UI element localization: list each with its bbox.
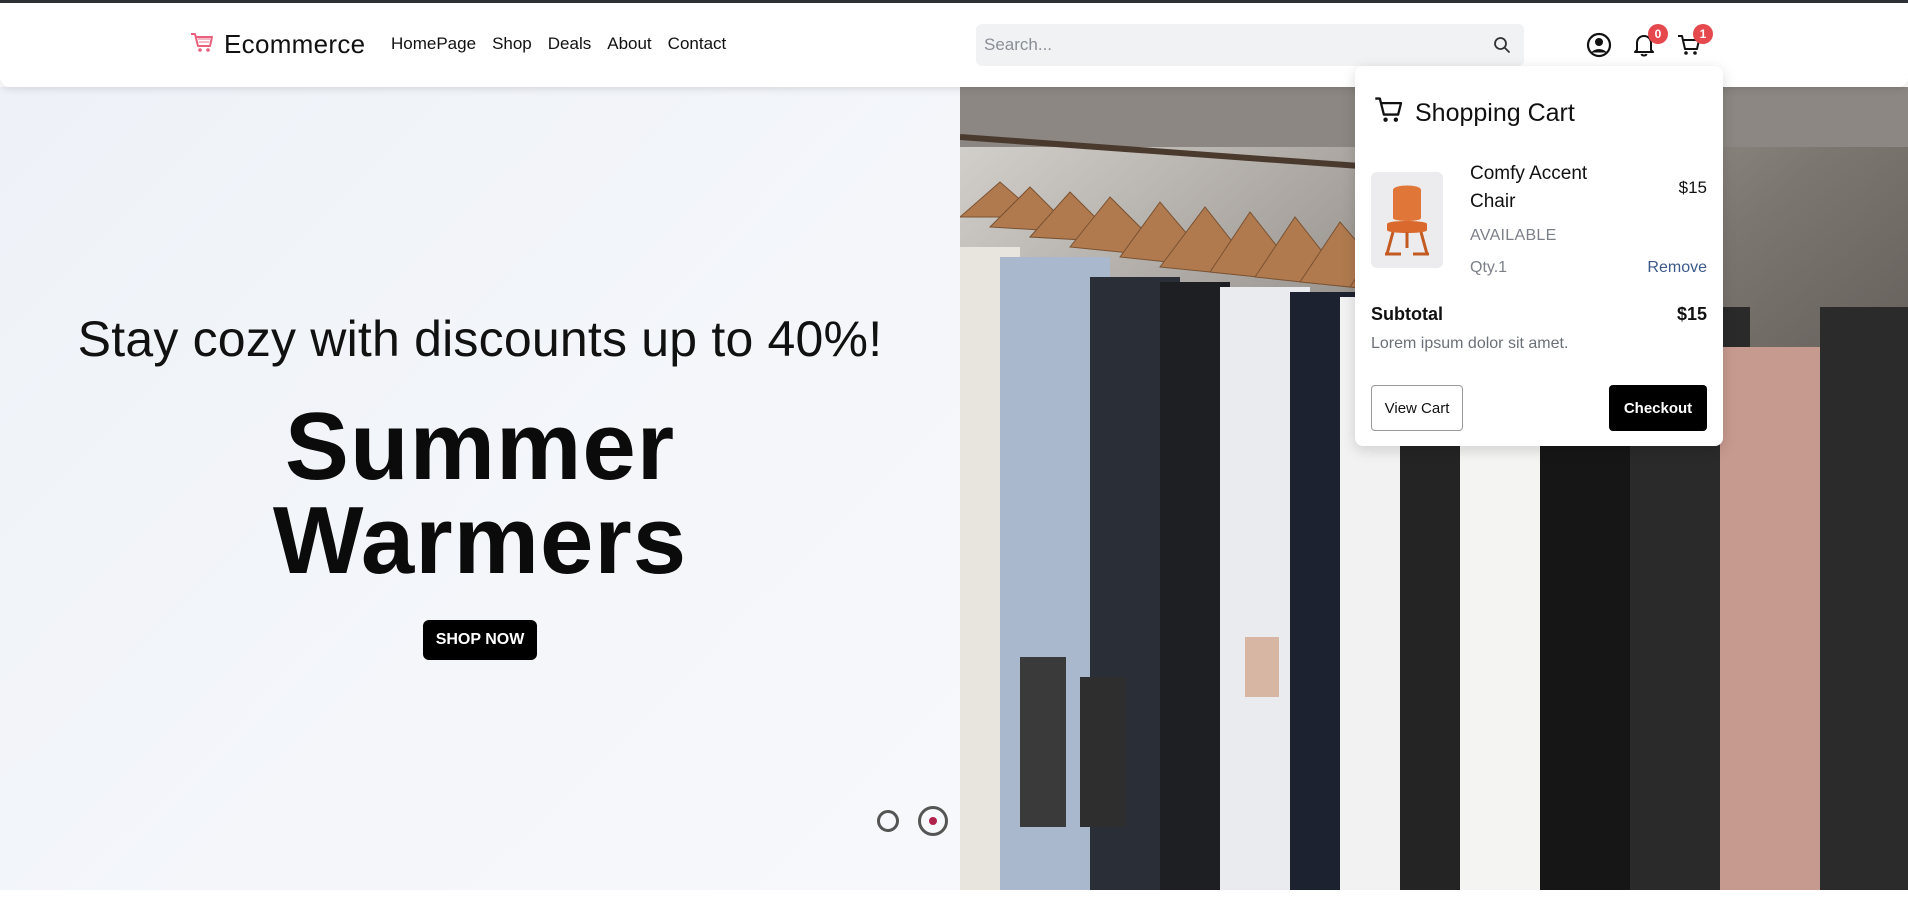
main-nav: HomePage Shop Deals About Contact [391,34,726,54]
cart-title: Shopping Cart [1373,94,1575,133]
logo-text: Ecommerce [224,29,366,59]
hero-banner: Stay cozy with discounts up to 40%! Summ… [0,87,1027,890]
cart-icon [1675,35,1703,63]
cart-icon [1373,94,1405,133]
cart-item-status: AVAILABLE [1470,227,1557,244]
cart-title-text: Shopping Cart [1415,99,1575,127]
shopping-basket-icon [190,31,214,58]
page-bottom-strip [0,890,1908,910]
view-cart-button[interactable]: View Cart [1371,385,1463,431]
nav-link-deals[interactable]: Deals [548,34,591,54]
notifications-button[interactable]: 0 [1630,24,1668,59]
cart-count-badge: 1 [1693,24,1713,44]
checkout-button[interactable]: Checkout [1609,385,1707,431]
bell-icon [1630,35,1658,63]
cart-note: Lorem ipsum dolor sit amet. [1371,335,1569,352]
shop-now-button[interactable]: SHOP NOW [423,620,537,660]
nav-link-contact[interactable]: Contact [668,34,727,54]
hero-headline: Summer Warmers [272,393,688,594]
cart-item-name[interactable]: Comfy Accent Chair [1470,160,1620,216]
remove-item-link[interactable]: Remove [1647,259,1707,277]
cart-item-quantity: Qty.1 [1470,259,1508,276]
search-bar [976,24,1524,66]
carousel-dot-2-active[interactable] [918,806,948,836]
user-circle-icon[interactable] [1585,31,1613,59]
cart-dropdown: Shopping Cart Comfy Accent Chair $15 AVA… [1355,66,1723,446]
subtotal-value: $15 [1676,304,1707,324]
orange-chair-image [1371,185,1443,272]
site-logo[interactable]: Ecommerce [190,29,365,60]
cart-button[interactable]: 1 [1675,24,1713,59]
carousel-dot-1[interactable] [877,810,899,832]
notification-count-badge: 0 [1648,24,1668,44]
nav-link-about[interactable]: About [607,34,651,54]
nav-link-homepage[interactable]: HomePage [391,34,476,54]
nav-link-shop[interactable]: Shop [492,34,532,54]
subtotal-label: Subtotal [1371,304,1443,324]
cart-item-price: $15 [1678,178,1707,197]
cart-item-thumbnail[interactable] [1371,172,1443,268]
search-input[interactable] [976,24,1476,66]
search-icon[interactable] [1492,35,1512,55]
hero-subheading: Stay cozy with discounts up to 40%! [77,311,883,367]
